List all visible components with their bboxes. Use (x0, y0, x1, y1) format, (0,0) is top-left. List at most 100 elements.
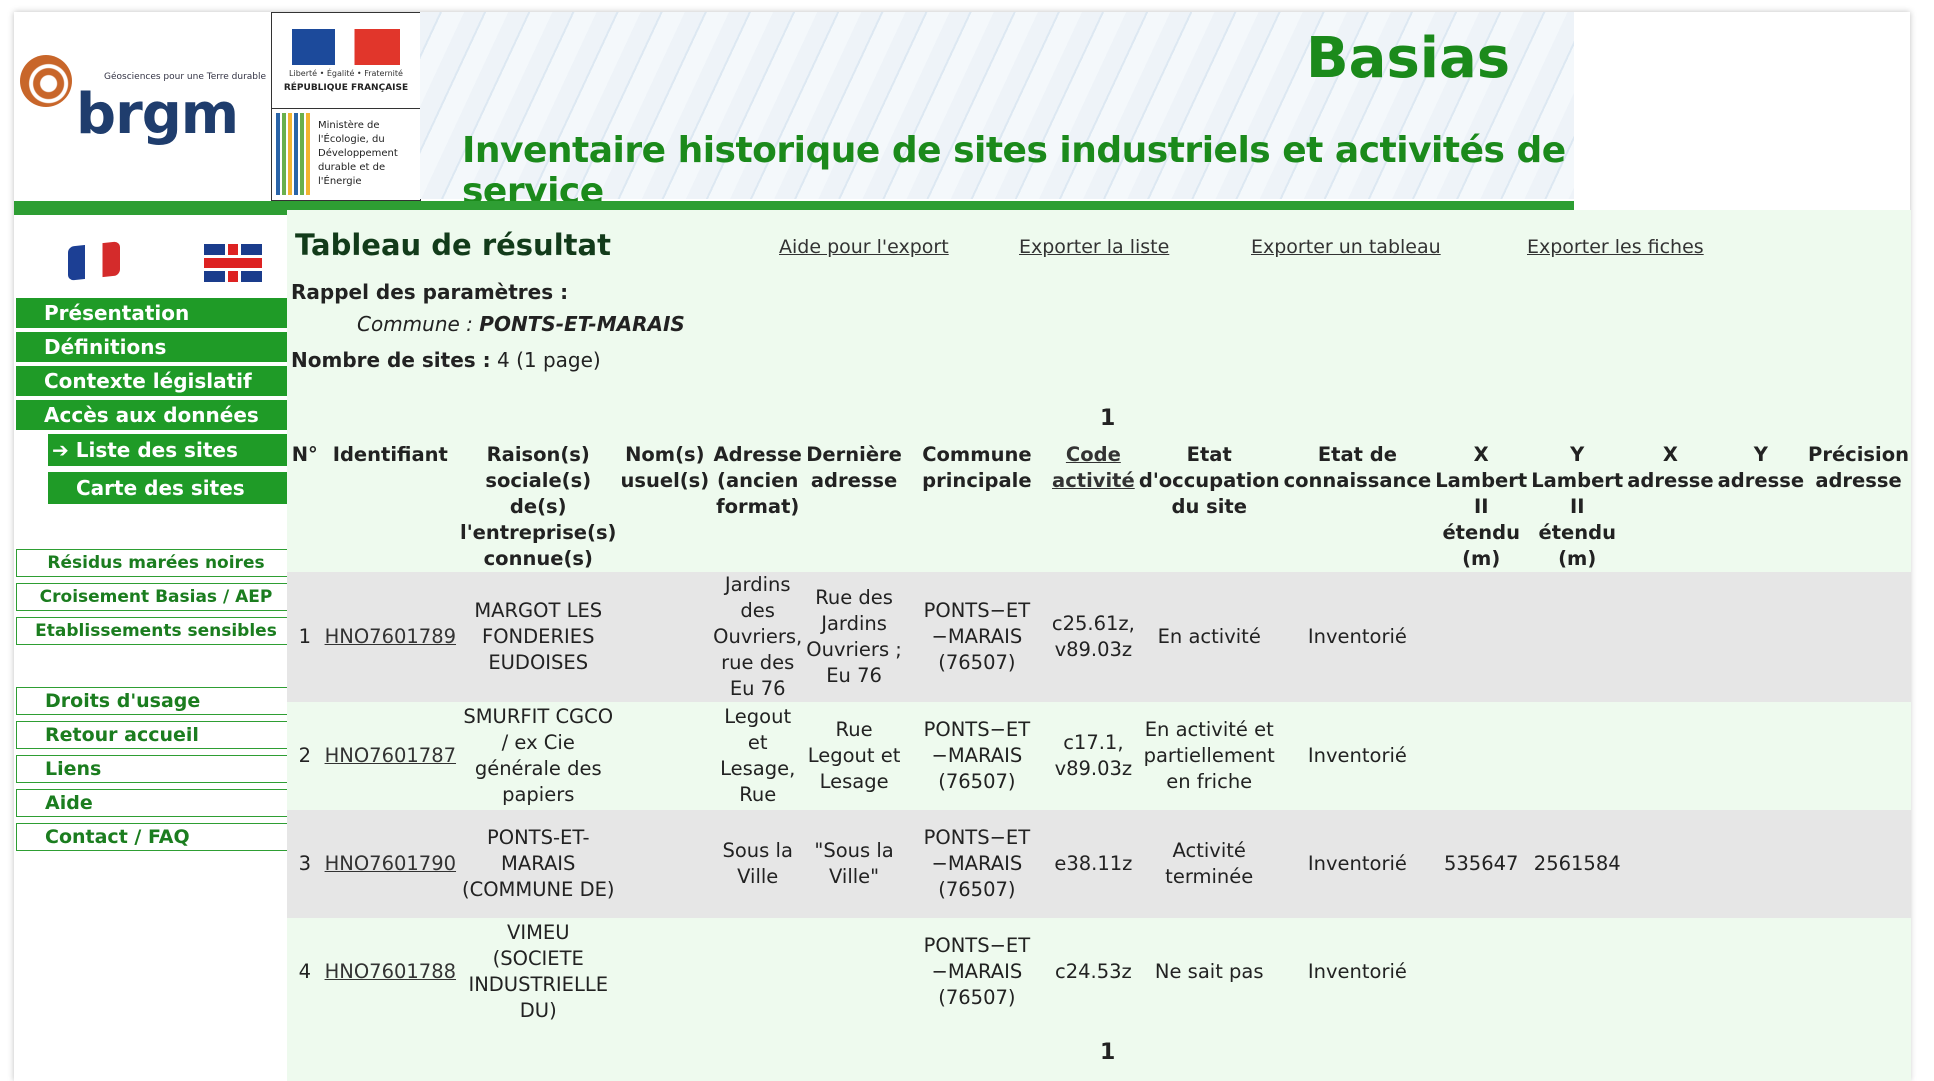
menu-aide[interactable]: Aide (16, 789, 296, 817)
menu-contexte-legislatif[interactable]: Contexte législatif (16, 366, 296, 396)
menu-acces-donnees[interactable]: Accès aux données (16, 400, 296, 430)
commune-label: Commune : (357, 312, 480, 336)
site-id-link[interactable]: HNO7601788 (325, 960, 456, 983)
brgm-logo[interactable]: Géosciences pour une Terre durable brgm (14, 12, 270, 203)
menu-croisement-basias-aep[interactable]: Croisement Basias / AEP (16, 583, 296, 611)
footer-menu: Droits d'usage Retour accueil Liens Aide… (16, 687, 296, 857)
cell-etat-connaissance: Inventorié (1307, 960, 1407, 983)
cell-y-adresse (1716, 810, 1806, 918)
cell-code-activite: c17.1, v89.03z (1054, 731, 1133, 780)
cell-y-lambert (1529, 918, 1625, 1026)
cell-x-adresse (1625, 702, 1715, 810)
pager-top[interactable]: 1 (1100, 406, 1115, 431)
cell-x-lambert: 535647 (1443, 852, 1519, 875)
menu-definitions[interactable]: Définitions (16, 332, 296, 362)
nb-sites-label: Nombre de sites : (291, 348, 491, 372)
flag-uk-icon[interactable] (204, 244, 262, 282)
extra-menu: Résidus marées noires Croisement Basias … (16, 549, 296, 651)
commune-param: Commune : PONTS-ET-MARAIS (357, 312, 685, 336)
results-table: N° Identifiant Raison(s) sociale(s) de(s… (287, 442, 1911, 1026)
page-title: Tableau de résultat (295, 228, 611, 262)
cell-y-lambert: 2561584 (1533, 852, 1621, 875)
cell-y-adresse (1716, 918, 1806, 1026)
cell-adresse-ancien: Sous la Ville (722, 839, 793, 888)
menu-retour-accueil[interactable]: Retour accueil (16, 721, 296, 749)
cell-y-lambert (1529, 572, 1625, 702)
cell-x-lambert (1433, 702, 1529, 810)
cell-adresse-ancien: Legout et Lesage, Rue (720, 705, 796, 806)
menu-presentation[interactable]: Présentation (16, 298, 296, 328)
nb-sites: Nombre de sites : 4 (1 page) (291, 348, 601, 372)
cell-identifiant[interactable]: HNO7601789 (323, 572, 458, 702)
cell-num: 3 (298, 852, 311, 875)
site-subtitle: Inventaire historique de sites industrie… (462, 130, 1566, 212)
cell-identifiant[interactable]: HNO7601790 (323, 810, 458, 918)
main-content: Tableau de résultat Aide pour l'export E… (287, 210, 1911, 1081)
cell-raison-sociale: SMURFIT CGCO / ex Cie générale des papie… (463, 705, 614, 806)
nb-sites-value: 4 (1 page) (490, 348, 601, 372)
menu-residus-marees-noires[interactable]: Résidus marées noires (16, 549, 296, 577)
government-logo[interactable]: Liberté • Égalité • Fraternité RÉPUBLIQU… (271, 12, 421, 201)
cell-commune: PONTS−ET −MARAIS (76507) (923, 934, 1031, 1009)
cell-adresse-ancien: Jardins des Ouvriers, rue des Eu 76 (713, 573, 803, 700)
link-exporter-tableau[interactable]: Exporter un tableau (1251, 236, 1441, 258)
site-id-link[interactable]: HNO7601789 (325, 625, 456, 648)
cell-commune: PONTS−ET −MARAIS (76507) (923, 826, 1031, 901)
cell-derniere-adresse (804, 918, 904, 1026)
cell-raison-sociale: PONTS-ET-MARAIS (COMMUNE DE) (461, 826, 615, 901)
brgm-wordmark: brgm (76, 82, 239, 147)
params-label: Rappel des paramètres : (291, 280, 569, 304)
col-identifiant: Identifiant (332, 443, 448, 466)
table-row: 1 HNO7601789 MARGOT LES FONDERIES EUDOIS… (287, 572, 1911, 702)
cell-etat-connaissance: Inventorié (1307, 744, 1407, 767)
cell-precision (1806, 810, 1911, 918)
link-exporter-fiches[interactable]: Exporter les fiches (1527, 236, 1704, 258)
col-num: N° (291, 443, 318, 466)
republique-francaise-logo: Liberté • Égalité • Fraternité RÉPUBLIQU… (272, 13, 420, 109)
menu-contact-faq[interactable]: Contact / FAQ (16, 823, 296, 851)
cell-x-adresse (1625, 918, 1715, 1026)
cell-x-adresse (1625, 572, 1715, 702)
cell-nom-usuel (618, 810, 711, 918)
pager-bottom[interactable]: 1 (1100, 1040, 1115, 1065)
main-menu: Présentation Définitions Contexte législ… (16, 298, 296, 510)
link-exporter-liste[interactable]: Exporter la liste (1019, 236, 1169, 258)
sort-code-activite-link[interactable]: Code activité (1052, 443, 1135, 492)
menu-liens[interactable]: Liens (16, 755, 296, 783)
cell-etat-connaissance: Inventorié (1307, 625, 1407, 648)
site-id-link[interactable]: HNO7601790 (325, 852, 456, 875)
col-etat-occupation: Etat d'occupation du site (1138, 443, 1280, 518)
brgm-emblem-icon (20, 55, 72, 107)
col-x-lambert: X Lambert II étendu (m) (1435, 443, 1528, 570)
col-code-activite[interactable]: Code activité (1050, 442, 1137, 572)
cell-precision (1806, 918, 1911, 1026)
col-commune-principale: Commune principale (922, 443, 1032, 492)
cell-precision (1806, 702, 1911, 810)
cell-x-lambert (1433, 572, 1529, 702)
cell-y-adresse (1716, 702, 1806, 810)
cell-precision (1806, 572, 1911, 702)
cell-commune: PONTS−ET −MARAIS (76507) (923, 718, 1031, 793)
link-aide-export[interactable]: Aide pour l'export (779, 236, 949, 258)
cell-nom-usuel (618, 572, 711, 702)
site-title: Basias (1306, 26, 1511, 91)
cell-adresse-ancien (711, 918, 804, 1026)
menu-etablissements-sensibles[interactable]: Etablissements sensibles (16, 617, 296, 645)
site-id-link[interactable]: HNO7601787 (325, 744, 456, 767)
marianne-icon (292, 29, 400, 65)
cell-identifiant[interactable]: HNO7601788 (323, 918, 458, 1026)
col-derniere-adresse: Dernière adresse (806, 443, 902, 492)
col-etat-connaissance: Etat de connaissance (1283, 443, 1432, 492)
submenu-liste-sites[interactable]: ➔ Liste des sites (48, 434, 296, 466)
menu-droits-usage[interactable]: Droits d'usage (16, 687, 296, 715)
flag-france-icon[interactable] (68, 241, 120, 281)
cell-identifiant[interactable]: HNO7601787 (323, 702, 458, 810)
cell-derniere-adresse: Rue des Jardins Ouvriers ; Eu 76 (806, 586, 902, 687)
submenu-carte-sites[interactable]: Carte des sites (48, 472, 296, 504)
cell-etat-occupation: En activité et partiellement en friche (1143, 718, 1275, 793)
ministry-bars-icon (276, 113, 310, 195)
cell-etat-occupation: Ne sait pas (1154, 960, 1264, 983)
cell-nom-usuel (618, 702, 711, 810)
cell-etat-occupation: Activité terminée (1165, 839, 1254, 888)
col-precision-adresse: Précision adresse (1808, 443, 1909, 492)
